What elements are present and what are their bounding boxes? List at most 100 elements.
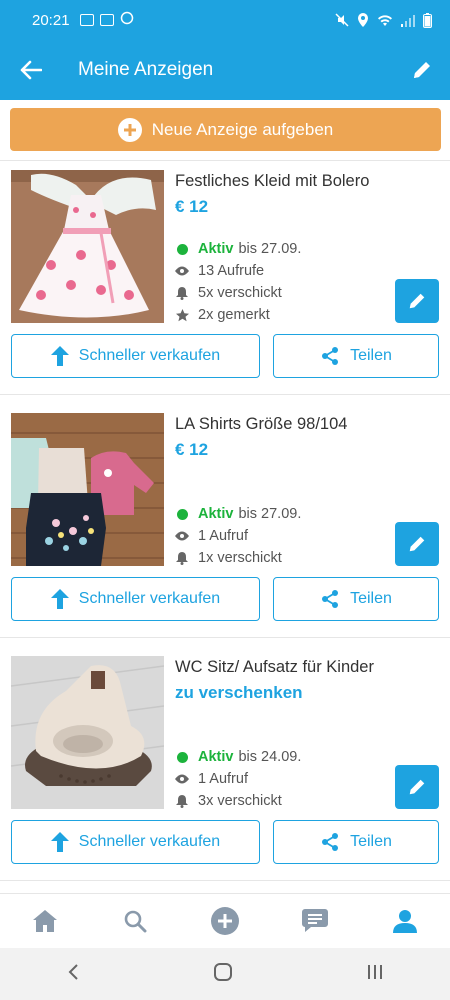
back-button[interactable] — [0, 40, 62, 100]
active-status-icon — [175, 242, 189, 256]
expiry-date: bis 27.09. — [238, 241, 302, 257]
status-badge: Aktiv — [198, 506, 234, 522]
views-row: 13 Aufrufe — [175, 260, 301, 282]
views-count: 1 Aufruf — [198, 771, 248, 787]
views-count: 1 Aufruf — [198, 528, 248, 544]
views-row: 1 Aufruf — [175, 525, 301, 547]
listing-image[interactable] — [11, 656, 164, 809]
listing-price: € 12 — [175, 440, 209, 459]
listing-title[interactable]: WC Sitz/ Aufsatz für Kinder — [175, 658, 374, 677]
status-bar: 20:21 — [0, 0, 450, 40]
eye-icon — [175, 529, 189, 543]
listing-title[interactable]: Festliches Kleid mit Bolero — [175, 172, 369, 191]
bell-icon — [175, 286, 189, 300]
listing-stats: Aktiv bis 27.09. 13 Aufrufe 5x verschick… — [175, 238, 301, 326]
sell-faster-button[interactable]: Schneller verkaufen — [11, 577, 260, 621]
sent-row: 1x verschickt — [175, 547, 301, 569]
sell-faster-button[interactable]: Schneller verkaufen — [11, 334, 260, 378]
arrow-up-icon — [50, 832, 69, 852]
mail-icon — [99, 14, 114, 26]
listing-card: LA Shirts Größe 98/104 € 12 Aktiv bis 27… — [0, 413, 450, 643]
edit-button[interactable] — [394, 40, 450, 100]
edit-listing-button[interactable] — [395, 522, 439, 566]
sell-faster-label: Schneller verkaufen — [78, 833, 221, 850]
new-ad-button[interactable]: Neue Anzeige aufgeben — [10, 108, 441, 151]
signal-icon — [401, 14, 415, 27]
plus-circle-icon — [117, 117, 142, 142]
star-icon — [175, 308, 189, 322]
listing-card: Festliches Kleid mit Bolero € 12 Aktiv b… — [0, 170, 450, 400]
nav-profile[interactable] — [360, 894, 450, 949]
share-icon — [322, 590, 339, 608]
home-square-icon — [213, 962, 232, 981]
status-row: Aktiv bis 27.09. — [175, 503, 301, 525]
pencil-icon — [409, 536, 425, 552]
share-icon — [322, 833, 339, 851]
share-button[interactable]: Teilen — [273, 820, 439, 864]
expiry-date: bis 27.09. — [238, 506, 302, 522]
share-label: Teilen — [350, 347, 392, 364]
system-back-button[interactable] — [66, 963, 80, 986]
mute-icon — [335, 13, 349, 27]
system-navigation — [0, 948, 450, 1000]
share-button[interactable]: Teilen — [273, 577, 439, 621]
chevron-left-icon — [68, 963, 79, 980]
divider — [0, 160, 450, 161]
sell-faster-label: Schneller verkaufen — [78, 347, 221, 364]
system-status-icons — [335, 12, 432, 28]
edit-listing-button[interactable] — [395, 279, 439, 323]
whatsapp-icon — [120, 11, 134, 29]
share-icon — [322, 347, 339, 365]
wifi-icon — [378, 14, 392, 26]
pencil-icon — [414, 62, 430, 78]
location-icon — [358, 13, 368, 27]
search-icon — [124, 910, 147, 933]
divider — [0, 880, 450, 881]
pencil-icon — [409, 293, 425, 309]
status-row: Aktiv bis 27.09. — [175, 238, 301, 260]
edit-listing-button[interactable] — [395, 765, 439, 809]
status-time: 20:21 — [32, 11, 70, 29]
status-badge: Aktiv — [198, 241, 234, 257]
sent-row: 5x verschickt — [175, 282, 301, 304]
listing-stats: Aktiv bis 27.09. 1 Aufruf 1x verschickt — [175, 503, 301, 569]
app-bar: Meine Anzeigen — [0, 40, 450, 100]
share-label: Teilen — [350, 833, 392, 850]
sell-faster-label: Schneller verkaufen — [78, 590, 221, 607]
bottom-navigation — [0, 893, 450, 948]
expiry-date: bis 24.09. — [238, 749, 302, 765]
active-status-icon — [175, 750, 189, 764]
battery-icon — [423, 12, 432, 28]
system-recents-button[interactable] — [366, 963, 384, 986]
saved-count: 2x gemerkt — [198, 307, 270, 323]
listing-card: WC Sitz/ Aufsatz für Kinder zu verschenk… — [0, 656, 450, 886]
arrow-up-icon — [50, 346, 69, 366]
gallery-icon — [79, 14, 94, 26]
views-row: 1 Aufruf — [175, 768, 301, 790]
listing-stats: Aktiv bis 24.09. 1 Aufruf 3x verschickt — [175, 746, 301, 812]
eye-icon — [175, 264, 189, 278]
divider — [0, 637, 450, 638]
listing-image[interactable] — [11, 170, 164, 323]
sent-count: 1x verschickt — [198, 550, 282, 566]
share-label: Teilen — [350, 590, 392, 607]
eye-icon — [175, 772, 189, 786]
sent-count: 5x verschickt — [198, 285, 282, 301]
nav-home[interactable] — [0, 894, 90, 949]
nav-messages[interactable] — [270, 894, 360, 949]
listing-image[interactable] — [11, 413, 164, 566]
share-button[interactable]: Teilen — [273, 334, 439, 378]
page-title: Meine Anzeigen — [78, 59, 214, 80]
sell-faster-button[interactable]: Schneller verkaufen — [11, 820, 260, 864]
bell-icon — [175, 551, 189, 565]
status-badge: Aktiv — [198, 749, 234, 765]
listing-title[interactable]: LA Shirts Größe 98/104 — [175, 415, 347, 434]
nav-add[interactable] — [180, 894, 270, 949]
messages-icon — [302, 909, 328, 932]
sent-row: 3x verschickt — [175, 790, 301, 812]
profile-icon — [393, 910, 417, 933]
home-icon — [33, 910, 57, 932]
listing-price: zu verschenken — [175, 683, 303, 702]
nav-search[interactable] — [90, 894, 180, 949]
system-home-button[interactable] — [213, 962, 233, 987]
